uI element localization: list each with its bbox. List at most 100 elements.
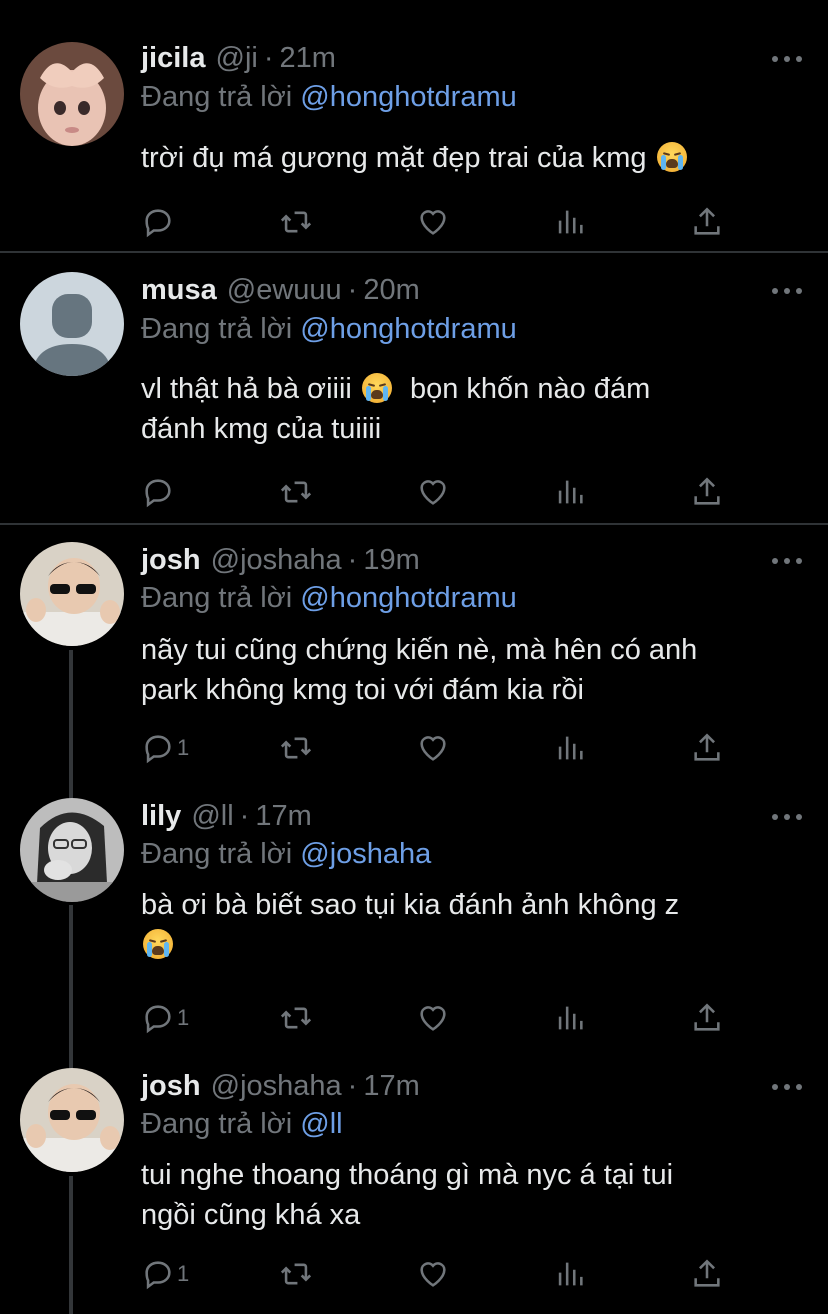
- display-name[interactable]: lily: [141, 800, 181, 833]
- like-button[interactable]: [416, 472, 450, 512]
- share-icon: [694, 207, 720, 235]
- timestamp[interactable]: 17m: [363, 1070, 419, 1103]
- avatar[interactable]: [20, 42, 124, 146]
- share-button[interactable]: [690, 202, 724, 242]
- views-button[interactable]: [553, 202, 587, 242]
- replying-to-label: Đang trả lời: [141, 313, 293, 345]
- retweet-button[interactable]: [279, 1254, 313, 1294]
- reply-button[interactable]: [141, 472, 175, 512]
- views-button[interactable]: [553, 728, 587, 768]
- reply-button[interactable]: 1: [141, 728, 189, 768]
- username[interactable]: @joshaha: [211, 544, 342, 577]
- more-icon[interactable]: [770, 1081, 804, 1091]
- avatar[interactable]: [20, 542, 124, 646]
- like-icon: [420, 736, 446, 761]
- username[interactable]: @ll: [191, 800, 233, 833]
- reply-button[interactable]: 1: [141, 1254, 189, 1294]
- timestamp[interactable]: 17m: [255, 800, 311, 833]
- tweet-text-line: ngồi cũng khá xa: [141, 1199, 361, 1231]
- tweet-josh[interactable]: josh @joshaha · 19m Đang trả lời @hongho…: [0, 524, 828, 794]
- tweet-header: josh @joshaha · 17m: [141, 1070, 420, 1106]
- views-button[interactable]: [553, 998, 587, 1038]
- views-button[interactable]: [553, 472, 587, 512]
- tweet-lily[interactable]: lily @ll · 17m Đang trả lời @joshaha bà …: [0, 794, 828, 1064]
- tweet-text-line: vl thật hả bà ơiiii: [141, 373, 352, 405]
- more-icon[interactable]: [770, 53, 804, 63]
- share-button[interactable]: [690, 998, 724, 1038]
- views-icon: [558, 1262, 583, 1286]
- retweet-button[interactable]: [279, 728, 313, 768]
- tweet-musa[interactable]: musa @ewuuu · 20m Đang trả lời @honghotd…: [0, 252, 828, 525]
- like-icon: [420, 210, 446, 235]
- tweet-header: musa @ewuuu · 20m: [141, 274, 420, 310]
- display-name[interactable]: josh: [141, 1070, 201, 1103]
- display-name[interactable]: musa: [141, 274, 217, 307]
- reply-icon: [145, 735, 171, 764]
- views-button[interactable]: [553, 1254, 587, 1294]
- share-button[interactable]: [690, 1254, 724, 1294]
- views-icon: [558, 1006, 583, 1030]
- reply-icon: [145, 1005, 171, 1034]
- timestamp[interactable]: 20m: [363, 274, 419, 307]
- tweet-header: jicila @ji · 21m: [141, 42, 336, 78]
- more-icon[interactable]: [770, 811, 804, 821]
- mention-link[interactable]: @honghotdramu: [300, 81, 516, 113]
- views-icon: [558, 480, 583, 504]
- like-icon: [420, 1006, 446, 1031]
- avatar[interactable]: [20, 272, 124, 376]
- tweet-text-line: bọn khốn nào đám: [409, 373, 651, 405]
- tweet-text-line: bà ơi bà biết sao tụi kia đánh ảnh không…: [141, 889, 680, 921]
- retweet-icon: [280, 737, 312, 759]
- views-icon: [558, 736, 583, 760]
- like-button[interactable]: [416, 998, 450, 1038]
- tweet-text-line: đánh kmg của tuiiii: [141, 413, 382, 445]
- like-button[interactable]: [416, 202, 450, 242]
- separator: ·: [347, 1070, 358, 1102]
- more-icon[interactable]: [770, 555, 804, 565]
- username[interactable]: @joshaha: [211, 1070, 342, 1103]
- replying-to-label: Đang trả lời: [141, 838, 293, 870]
- username[interactable]: @ji: [216, 42, 258, 75]
- tweet-text-line: tui nghe thoang thoáng gì mà nyc á tại t…: [141, 1159, 674, 1191]
- retweet-button[interactable]: [279, 202, 313, 242]
- tweet-josh-2[interactable]: josh @joshaha · 17m Đang trả lời @ll tui…: [0, 1064, 828, 1314]
- like-button[interactable]: [416, 1254, 450, 1294]
- replying-to-label: Đang trả lời: [141, 1108, 293, 1140]
- retweet-icon: [280, 211, 312, 233]
- tweet-actions: [141, 202, 741, 242]
- mention-link[interactable]: @honghotdramu: [300, 582, 516, 614]
- tweet-text: bà ơi bà biết sao tụi kia đánh ảnh không…: [141, 885, 801, 965]
- tweet-actions: [141, 472, 741, 512]
- reply-icon: [145, 1261, 171, 1290]
- loudly-crying-face-emoji: [361, 373, 392, 403]
- tweet-actions: 1: [141, 998, 741, 1038]
- display-name[interactable]: jicila: [141, 42, 206, 75]
- tweet-jicila[interactable]: jicila @ji · 21m Đang trả lời @honghotdr…: [0, 0, 828, 253]
- retweet-button[interactable]: [279, 998, 313, 1038]
- avatar[interactable]: [20, 1068, 124, 1172]
- reply-count: 1: [177, 1005, 190, 1030]
- tweet-text: nãy tui cũng chứng kiến nè, mà hên có an…: [141, 630, 801, 710]
- share-icon: [694, 1259, 720, 1287]
- mention-link[interactable]: @ll: [300, 1108, 342, 1140]
- share-button[interactable]: [690, 728, 724, 768]
- reply-count: 1: [177, 735, 190, 760]
- reply-button[interactable]: [141, 202, 175, 242]
- username[interactable]: @ewuuu: [227, 274, 342, 307]
- mention-link[interactable]: @honghotdramu: [300, 313, 516, 345]
- separator: ·: [263, 42, 274, 74]
- display-name[interactable]: josh: [141, 544, 201, 577]
- tweet-text: trời đụ má gương mặt đẹp trai của kmg: [141, 138, 801, 178]
- timestamp[interactable]: 19m: [363, 544, 419, 577]
- separator: ·: [239, 800, 250, 832]
- share-button[interactable]: [690, 472, 724, 512]
- retweet-button[interactable]: [279, 472, 313, 512]
- mention-link[interactable]: @joshaha: [300, 838, 431, 870]
- like-button[interactable]: [416, 728, 450, 768]
- more-icon[interactable]: [770, 285, 804, 295]
- avatar[interactable]: [20, 798, 124, 902]
- timestamp[interactable]: 21m: [280, 42, 336, 75]
- tweet-header: josh @joshaha · 19m: [141, 544, 420, 580]
- reply-button[interactable]: 1: [141, 998, 189, 1038]
- replying-to: Đang trả lời @joshaha: [141, 838, 431, 871]
